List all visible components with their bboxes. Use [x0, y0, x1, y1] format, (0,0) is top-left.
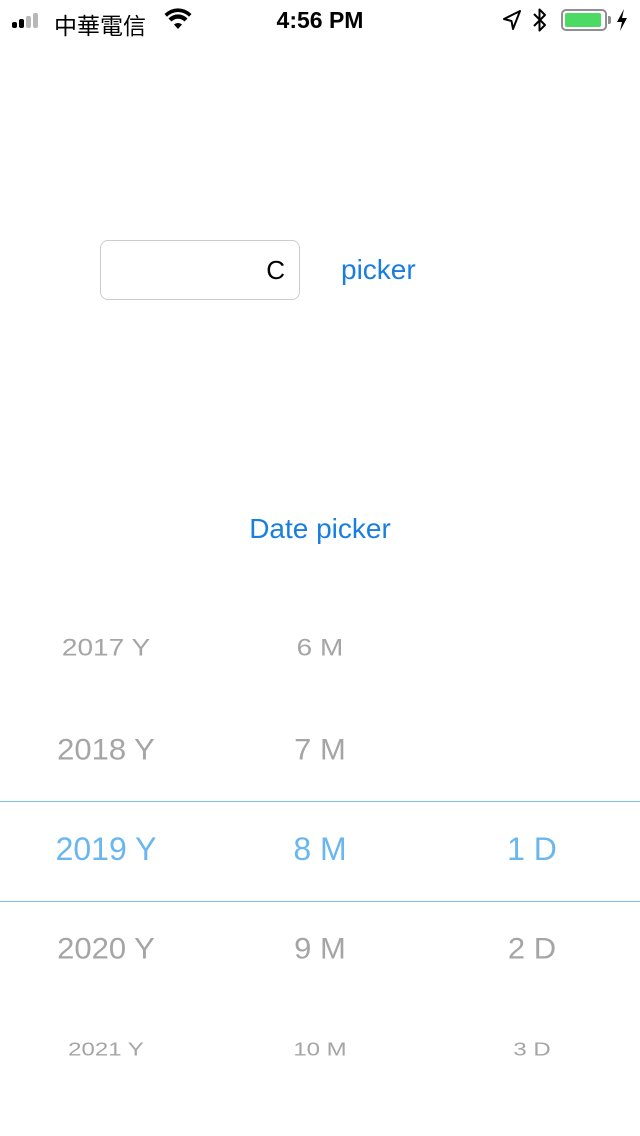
picker-button[interactable]: picker	[341, 254, 416, 286]
day-column[interactable]: 1 D 2 D 3 D	[432, 600, 632, 1100]
day-item[interactable]: 3 D	[432, 1039, 632, 1061]
year-item-selected[interactable]: 2019 Y	[6, 831, 206, 868]
year-column[interactable]: 2017 Y 2018 Y 2019 Y 2020 Y 2021 Y	[6, 600, 206, 1100]
month-item-selected[interactable]: 8 M	[220, 831, 420, 868]
battery-cap	[608, 16, 611, 24]
year-item[interactable]: 2020 Y	[6, 932, 206, 966]
year-item[interactable]: 2021 Y	[6, 1039, 206, 1061]
location-arrow-icon	[503, 10, 521, 30]
charging-icon	[617, 9, 627, 31]
date-picker-button[interactable]: Date picker	[0, 513, 640, 545]
month-column[interactable]: 6 M 7 M 8 M 9 M 10 M	[220, 600, 420, 1100]
text-input[interactable]: C	[100, 240, 300, 300]
date-wheel-picker[interactable]: 2017 Y 2018 Y 2019 Y 2020 Y 2021 Y 6 M 7…	[0, 600, 640, 1100]
year-item[interactable]: 2018 Y	[6, 733, 206, 767]
month-item[interactable]: 6 M	[220, 634, 420, 661]
month-item[interactable]: 10 M	[220, 1039, 420, 1061]
year-item[interactable]: 2017 Y	[6, 634, 206, 661]
bluetooth-icon	[533, 8, 546, 32]
battery-icon	[561, 9, 607, 31]
month-item[interactable]: 7 M	[220, 733, 420, 767]
status-bar: 中華電信 4:56 PM	[0, 0, 640, 40]
day-item[interactable]: 2 D	[432, 932, 632, 966]
day-item-selected[interactable]: 1 D	[432, 831, 632, 868]
month-item[interactable]: 9 M	[220, 932, 420, 966]
